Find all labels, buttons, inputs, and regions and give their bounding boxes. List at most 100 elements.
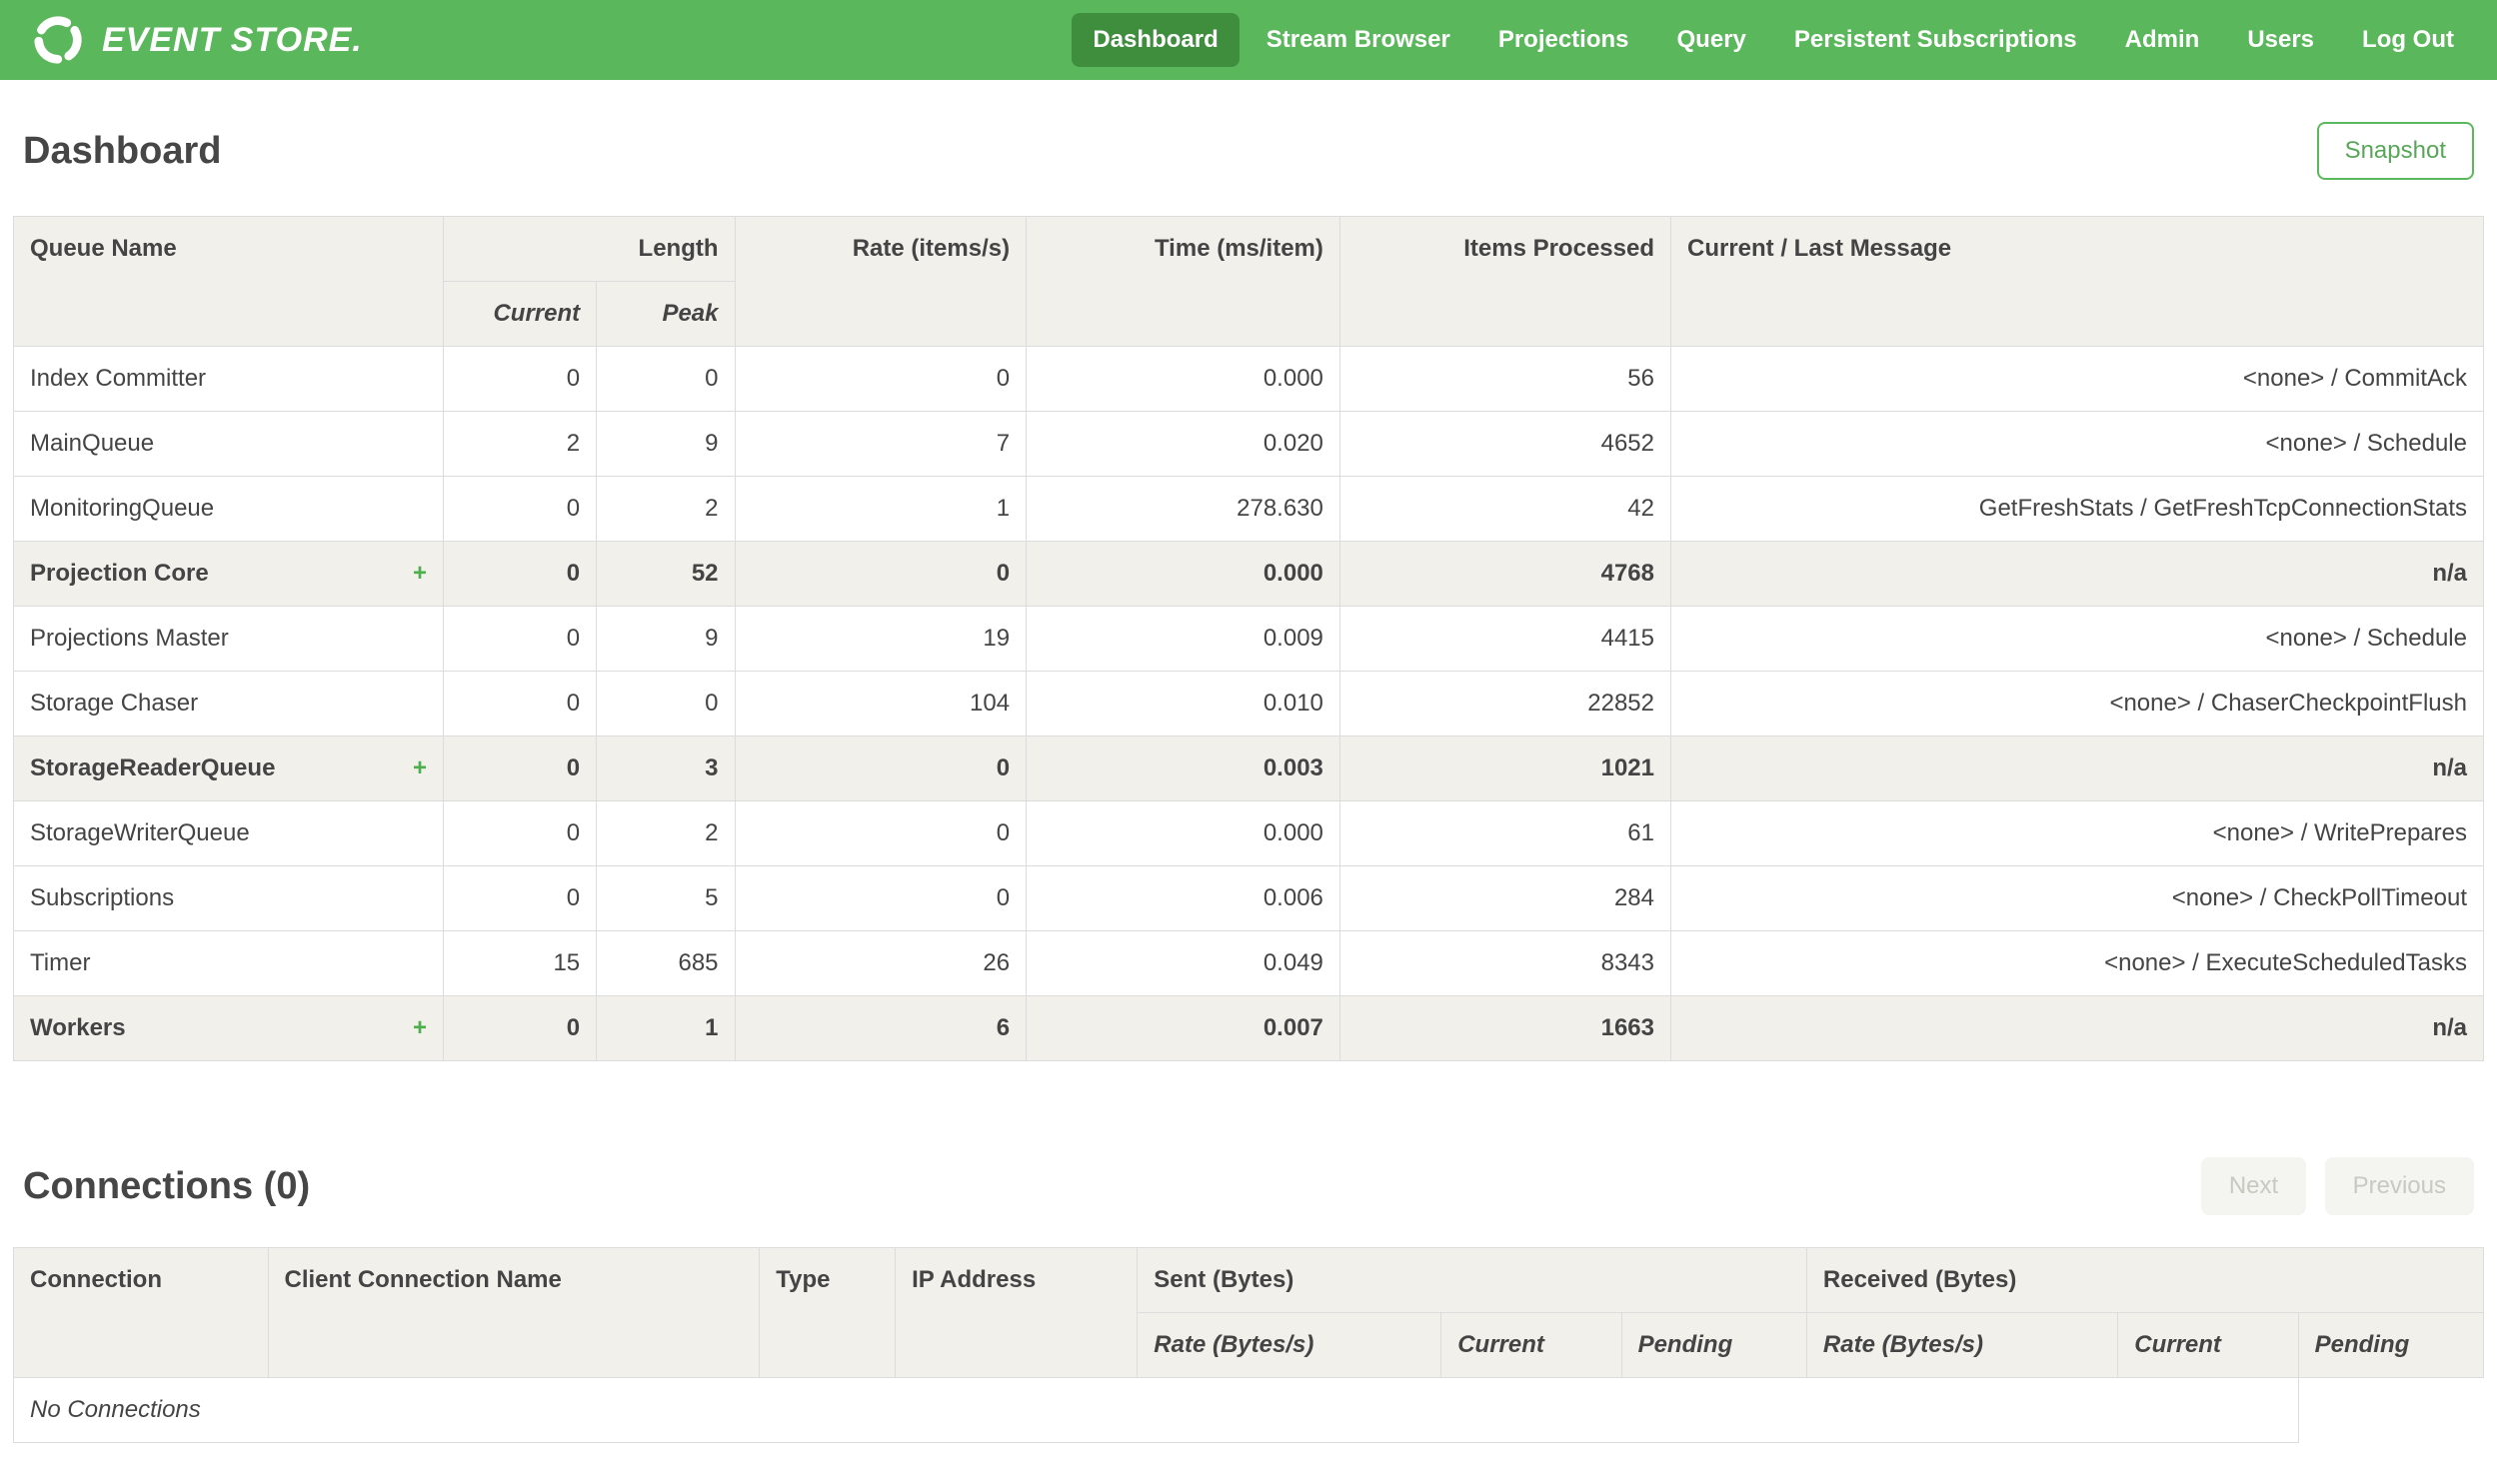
queue-items-processed: 1021 — [1338, 736, 1672, 801]
queue-name: Workers — [30, 1014, 126, 1041]
queue-rate: 0 — [734, 541, 1028, 607]
queues-table-body: Index Committer 0 0 0 0.000 56 <none> / Commit… — [13, 346, 2484, 1061]
queue-name-cell[interactable]: Workers + — [13, 995, 444, 1061]
queue-name: Subscriptions — [30, 884, 175, 911]
queue-length-current: 0 — [442, 800, 598, 866]
queue-length-peak: 685 — [596, 930, 736, 996]
col-length-peak: Peak — [596, 281, 736, 347]
queue-items-processed: 4652 — [1338, 411, 1672, 477]
queue-message: GetFreshStats / GetFreshTcpConnectionSta… — [1670, 476, 2484, 542]
queue-items-processed: 22852 — [1338, 671, 1672, 737]
nav-item-persistent-subscriptions[interactable]: Persistent Subscriptions — [1773, 13, 2098, 67]
queue-rate: 19 — [734, 606, 1028, 672]
queue-name-cell: Index Committer — [13, 346, 444, 412]
queue-name: StorageWriterQueue — [30, 819, 250, 846]
queue-length-current: 0 — [442, 476, 598, 542]
queues-table: Queue Name Length Rate (items/s) Time (m… — [13, 216, 2484, 1061]
queue-time: 0.020 — [1026, 411, 1340, 477]
queue-message: <none> / ExecuteScheduledTasks — [1670, 930, 2484, 996]
queue-length-peak: 0 — [596, 346, 736, 412]
pager: Next Previous — [2187, 1157, 2474, 1215]
queue-length-peak: 1 — [596, 995, 736, 1061]
no-connections-row: No Connections — [13, 1377, 2484, 1443]
queue-message: <none> / Schedule — [1670, 411, 2484, 477]
previous-button[interactable]: Previous — [2324, 1157, 2474, 1215]
queue-rate: 7 — [734, 411, 1028, 477]
expand-icon[interactable]: + — [413, 1014, 427, 1042]
connections-table: Connection Client Connection Name Type I… — [13, 1247, 2485, 1443]
queue-items-processed: 61 — [1338, 800, 1672, 866]
queue-message: <none> / CommitAck — [1670, 346, 2484, 412]
queue-row: Storage Chaser 0 0 104 0.010 22852 <none> / Ch… — [13, 671, 2484, 737]
snapshot-button[interactable]: Snapshot — [2316, 122, 2474, 180]
queue-name-cell: MonitoringQueue — [13, 476, 444, 542]
nav-item-projections[interactable]: Projections — [1477, 13, 1650, 67]
connections-title: Connections (0) — [23, 1164, 311, 1207]
col-client-connection-name: Client Connection Name — [267, 1247, 761, 1378]
queue-rate: 0 — [734, 736, 1028, 801]
nav-item-dashboard[interactable]: Dashboard — [1072, 13, 1240, 67]
col-received-pending: Pending — [2297, 1312, 2485, 1378]
col-sent-rate: Rate (Bytes/s) — [1137, 1312, 1442, 1378]
queue-name-cell: StorageWriterQueue — [13, 800, 444, 866]
nav-item-query[interactable]: Query — [1656, 13, 1767, 67]
queue-message: n/a — [1670, 541, 2484, 607]
queue-time: 0.049 — [1026, 930, 1340, 996]
queue-time: 0.000 — [1026, 541, 1340, 607]
queue-rate: 0 — [734, 800, 1028, 866]
queue-time: 0.003 — [1026, 736, 1340, 801]
nav-item-users[interactable]: Users — [2226, 13, 2335, 67]
page-header: Dashboard Snapshot — [23, 122, 2474, 180]
queue-name: MainQueue — [30, 430, 155, 457]
queue-length-peak: 2 — [596, 800, 736, 866]
queue-length-current: 0 — [442, 541, 598, 607]
expand-icon[interactable]: + — [413, 560, 427, 588]
queue-message: n/a — [1670, 995, 2484, 1061]
queue-message: n/a — [1670, 736, 2484, 801]
brand-text: EVENT STORE. — [102, 20, 363, 59]
queue-length-peak: 5 — [596, 865, 736, 931]
nav-item-admin[interactable]: Admin — [2104, 13, 2221, 67]
queue-rate: 0 — [734, 346, 1028, 412]
queue-name-cell[interactable]: StorageReaderQueue + — [13, 736, 444, 801]
connections-table-head: Connection Client Connection Name Type I… — [13, 1247, 2485, 1378]
brand[interactable]: EVENT STORE. — [30, 12, 363, 68]
queue-rate: 26 — [734, 930, 1028, 996]
queue-row: Index Committer 0 0 0 0.000 56 <none> / Commit… — [13, 346, 2484, 412]
queue-items-processed: 1663 — [1338, 995, 1672, 1061]
queue-items-processed: 56 — [1338, 346, 1672, 412]
connections-header: Connections (0) Next Previous — [23, 1157, 2474, 1215]
queue-row: Timer 15 685 26 0.049 8343 <none> / ExecuteSch… — [13, 930, 2484, 996]
queue-length-peak: 52 — [596, 541, 736, 607]
queue-row: Subscriptions 0 5 0 0.006 284 <none> / CheckPo… — [13, 865, 2484, 931]
col-type: Type — [759, 1247, 897, 1378]
nav-item-stream-browser[interactable]: Stream Browser — [1246, 13, 1471, 67]
main-content: Dashboard Snapshot Queue Name Length Rat… — [0, 122, 2497, 1483]
queue-rate: 0 — [734, 865, 1028, 931]
nav-item-log-out[interactable]: Log Out — [2341, 13, 2475, 67]
queue-length-current: 0 — [442, 606, 598, 672]
queue-length-current: 0 — [442, 346, 598, 412]
queue-length-peak: 0 — [596, 671, 736, 737]
next-button[interactable]: Next — [2200, 1157, 2307, 1215]
queue-row: StorageWriterQueue 0 2 0 0.000 61 <none> / Wri… — [13, 800, 2484, 866]
col-rate: Rate (items/s) — [734, 216, 1028, 347]
connections-table-body: No Connections — [13, 1377, 2484, 1443]
queue-row: Projections Master 0 9 19 0.009 4415 <none> / … — [13, 606, 2484, 672]
queue-name-cell[interactable]: Projection Core + — [13, 541, 444, 607]
queue-items-processed: 284 — [1338, 865, 1672, 931]
queue-length-current: 0 — [442, 995, 598, 1061]
queue-items-processed: 4415 — [1338, 606, 1672, 672]
queue-rate: 1 — [734, 476, 1028, 542]
queue-name: Index Committer — [30, 365, 207, 392]
queue-rate: 6 — [734, 995, 1028, 1061]
queue-row: Projection Core +0 52 0 0.000 4768 n/a — [13, 541, 2484, 607]
expand-icon[interactable]: + — [413, 754, 427, 782]
col-ip-address: IP Address — [895, 1247, 1139, 1378]
queue-items-processed: 42 — [1338, 476, 1672, 542]
queue-message: <none> / WritePrepares — [1670, 800, 2484, 866]
queue-row: MainQueue 2 9 7 0.020 4652 <none> / Schedule — [13, 411, 2484, 477]
queue-name: Storage Chaser — [30, 690, 199, 717]
no-connections-message: No Connections — [13, 1377, 2299, 1443]
queue-items-processed: 8343 — [1338, 930, 1672, 996]
